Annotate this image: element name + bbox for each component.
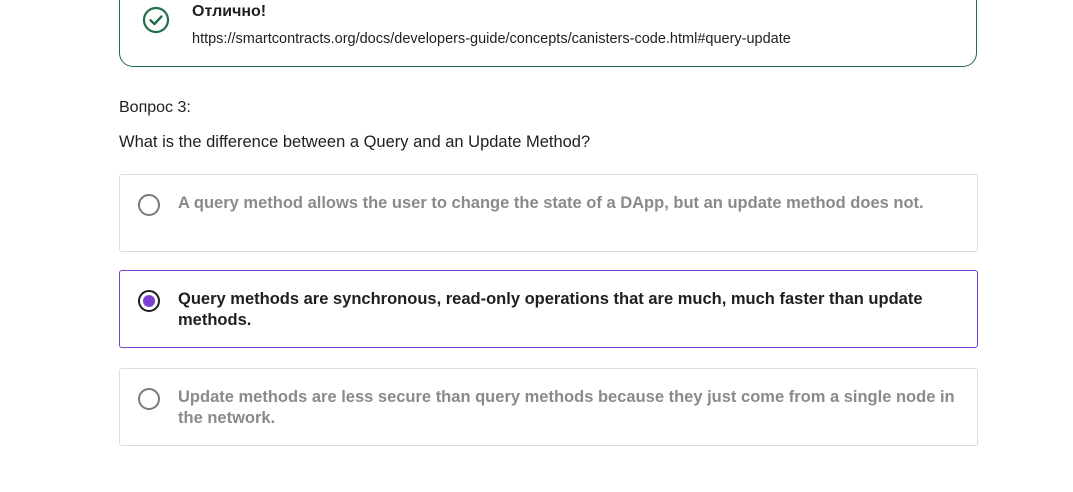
answer-option-1[interactable]: A query method allows the user to change… <box>119 174 978 252</box>
radio-unselected-icon[interactable] <box>137 193 161 217</box>
feedback-panel: Отлично! https://smartcontracts.org/docs… <box>119 0 977 67</box>
feedback-reference-link[interactable]: https://smartcontracts.org/docs/develope… <box>192 31 791 47</box>
radio-unselected-icon[interactable] <box>137 387 161 411</box>
answer-option-label: Update methods are less secure than quer… <box>178 388 955 427</box>
answer-option-label: A query method allows the user to change… <box>178 194 924 212</box>
question-text: What is the difference between a Query a… <box>119 133 591 151</box>
feedback-title: Отлично! <box>192 3 267 20</box>
check-circle-icon <box>142 6 170 34</box>
answer-option-3[interactable]: Update methods are less secure than quer… <box>119 368 978 446</box>
answer-option-2[interactable]: Query methods are synchronous, read-only… <box>119 270 978 348</box>
quiz-page: Отлично! https://smartcontracts.org/docs… <box>0 0 1073 492</box>
question-number: Вопрос 3: <box>119 99 191 116</box>
answer-option-label: Query methods are synchronous, read-only… <box>178 290 923 329</box>
radio-selected-icon[interactable] <box>137 289 161 313</box>
